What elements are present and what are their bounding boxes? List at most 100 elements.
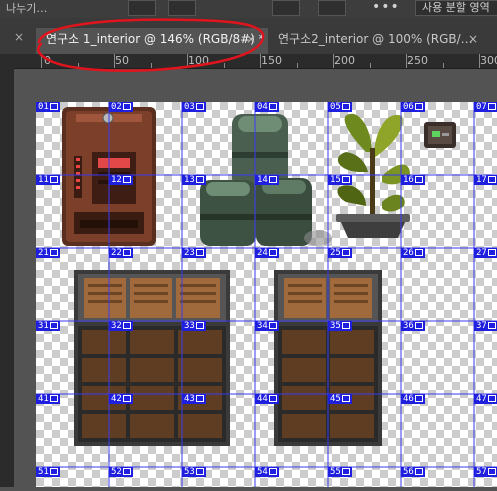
slice-image-icon (269, 468, 277, 475)
slice-label[interactable]: 47 (474, 394, 497, 404)
slice-image-icon (415, 249, 423, 256)
slice-image-icon (342, 322, 350, 329)
slice-label[interactable]: 05 (328, 102, 352, 112)
slice-label[interactable]: 42 (109, 394, 133, 404)
slice-label[interactable]: 41 (36, 394, 60, 404)
slice-label[interactable]: 17 (474, 175, 497, 185)
slice-label[interactable]: 11 (36, 175, 60, 185)
slice-label[interactable]: 01 (36, 102, 60, 112)
slice-number: 06 (403, 102, 414, 112)
ruler-tick (297, 63, 298, 68)
slice-number: 17 (476, 175, 487, 185)
close-icon[interactable]: × (468, 28, 478, 50)
slice-image-icon (196, 249, 204, 256)
slice-number: 03 (184, 102, 195, 112)
slice-image-icon (123, 395, 131, 402)
slice-number: 55 (330, 467, 341, 477)
document-canvas[interactable]: 01 02 03 04 05 06 07 11 12 13 14 15 16 17 21 22 23 24 25 26… (36, 102, 497, 487)
slice-label[interactable]: 35 (328, 321, 352, 331)
slice-image-icon (269, 395, 277, 402)
slice-number: 27 (476, 248, 487, 258)
slice-number: 07 (476, 102, 487, 112)
slice-label[interactable]: 21 (36, 248, 60, 258)
tab-document-2[interactable]: 연구소2_interior @ 100% (RGB/… × (268, 28, 497, 54)
slice-label[interactable]: 56 (401, 467, 425, 477)
slice-image-icon (50, 249, 58, 256)
slice-number: 46 (403, 394, 414, 404)
slice-number: 16 (403, 175, 414, 185)
slice-image-icon (488, 249, 496, 256)
slice-label[interactable]: 43 (182, 394, 206, 404)
slice-label[interactable]: 12 (109, 175, 133, 185)
slice-label[interactable]: 32 (109, 321, 133, 331)
slice-number: 52 (111, 467, 122, 477)
slice-label[interactable]: 04 (255, 102, 279, 112)
slice-number: 01 (38, 102, 49, 112)
slice-label[interactable]: 45 (328, 394, 352, 404)
slice-label[interactable]: 26 (401, 248, 425, 258)
slice-label[interactable]: 06 (401, 102, 425, 112)
workspace-selector[interactable]: 사용 분할 영역 (415, 0, 497, 16)
slice-number: 36 (403, 321, 414, 331)
slice-image-icon (196, 468, 204, 475)
slice-image-icon (50, 103, 58, 110)
slice-number: 51 (38, 467, 49, 477)
slice-number: 31 (38, 321, 49, 331)
slice-number: 11 (38, 175, 49, 185)
slice-label[interactable]: 15 (328, 175, 352, 185)
ruler-tick (406, 54, 407, 68)
slice-label[interactable]: 13 (182, 175, 206, 185)
slice-image-icon (415, 103, 423, 110)
options-field[interactable] (272, 0, 300, 16)
slice-label[interactable]: 24 (255, 248, 279, 258)
ruler-label: 300 (480, 54, 497, 67)
slice-label[interactable]: 54 (255, 467, 279, 477)
slice-grid (36, 102, 497, 487)
slice-image-icon (342, 249, 350, 256)
slice-label[interactable]: 14 (255, 175, 279, 185)
slice-image-icon (123, 103, 131, 110)
slice-label[interactable]: 22 (109, 248, 133, 258)
slice-label[interactable]: 34 (255, 321, 279, 331)
slice-label[interactable]: 03 (182, 102, 206, 112)
slice-label[interactable]: 46 (401, 394, 425, 404)
slice-label[interactable]: 55 (328, 467, 352, 477)
slice-image-icon (342, 468, 350, 475)
slice-number: 42 (111, 394, 122, 404)
slice-label[interactable]: 52 (109, 467, 133, 477)
slice-label[interactable]: 51 (36, 467, 60, 477)
slice-image-icon (196, 322, 204, 329)
slice-label[interactable]: 37 (474, 321, 497, 331)
slice-image-icon (50, 322, 58, 329)
slice-image-icon (415, 468, 423, 475)
slice-number: 26 (403, 248, 414, 258)
slice-image-icon (123, 176, 131, 183)
slice-label[interactable]: 25 (328, 248, 352, 258)
slice-label[interactable]: 31 (36, 321, 60, 331)
close-icon[interactable]: × (14, 30, 24, 44)
slice-label[interactable]: 36 (401, 321, 425, 331)
more-options-icon[interactable]: ••• (372, 0, 400, 15)
ruler-label: 200 (334, 54, 355, 67)
annotation-circle (37, 18, 265, 72)
slice-image-icon (488, 395, 496, 402)
slice-label[interactable]: 57 (474, 467, 497, 477)
slice-label[interactable]: 53 (182, 467, 206, 477)
slice-image-icon (50, 176, 58, 183)
options-field[interactable] (318, 0, 346, 16)
slice-number: 37 (476, 321, 487, 331)
slice-label[interactable]: 23 (182, 248, 206, 258)
slice-label[interactable]: 07 (474, 102, 497, 112)
slice-number: 22 (111, 248, 122, 258)
tab-label: 연구소2_interior @ 100% (RGB/… (278, 32, 473, 46)
slice-label[interactable]: 02 (109, 102, 133, 112)
slice-label[interactable]: 44 (255, 394, 279, 404)
slice-label[interactable]: 27 (474, 248, 497, 258)
slice-label[interactable]: 16 (401, 175, 425, 185)
slice-image-icon (415, 176, 423, 183)
slice-image-icon (342, 176, 350, 183)
slice-label[interactable]: 33 (182, 321, 206, 331)
slice-image-icon (488, 176, 496, 183)
slice-number: 57 (476, 467, 487, 477)
slice-image-icon (415, 322, 423, 329)
